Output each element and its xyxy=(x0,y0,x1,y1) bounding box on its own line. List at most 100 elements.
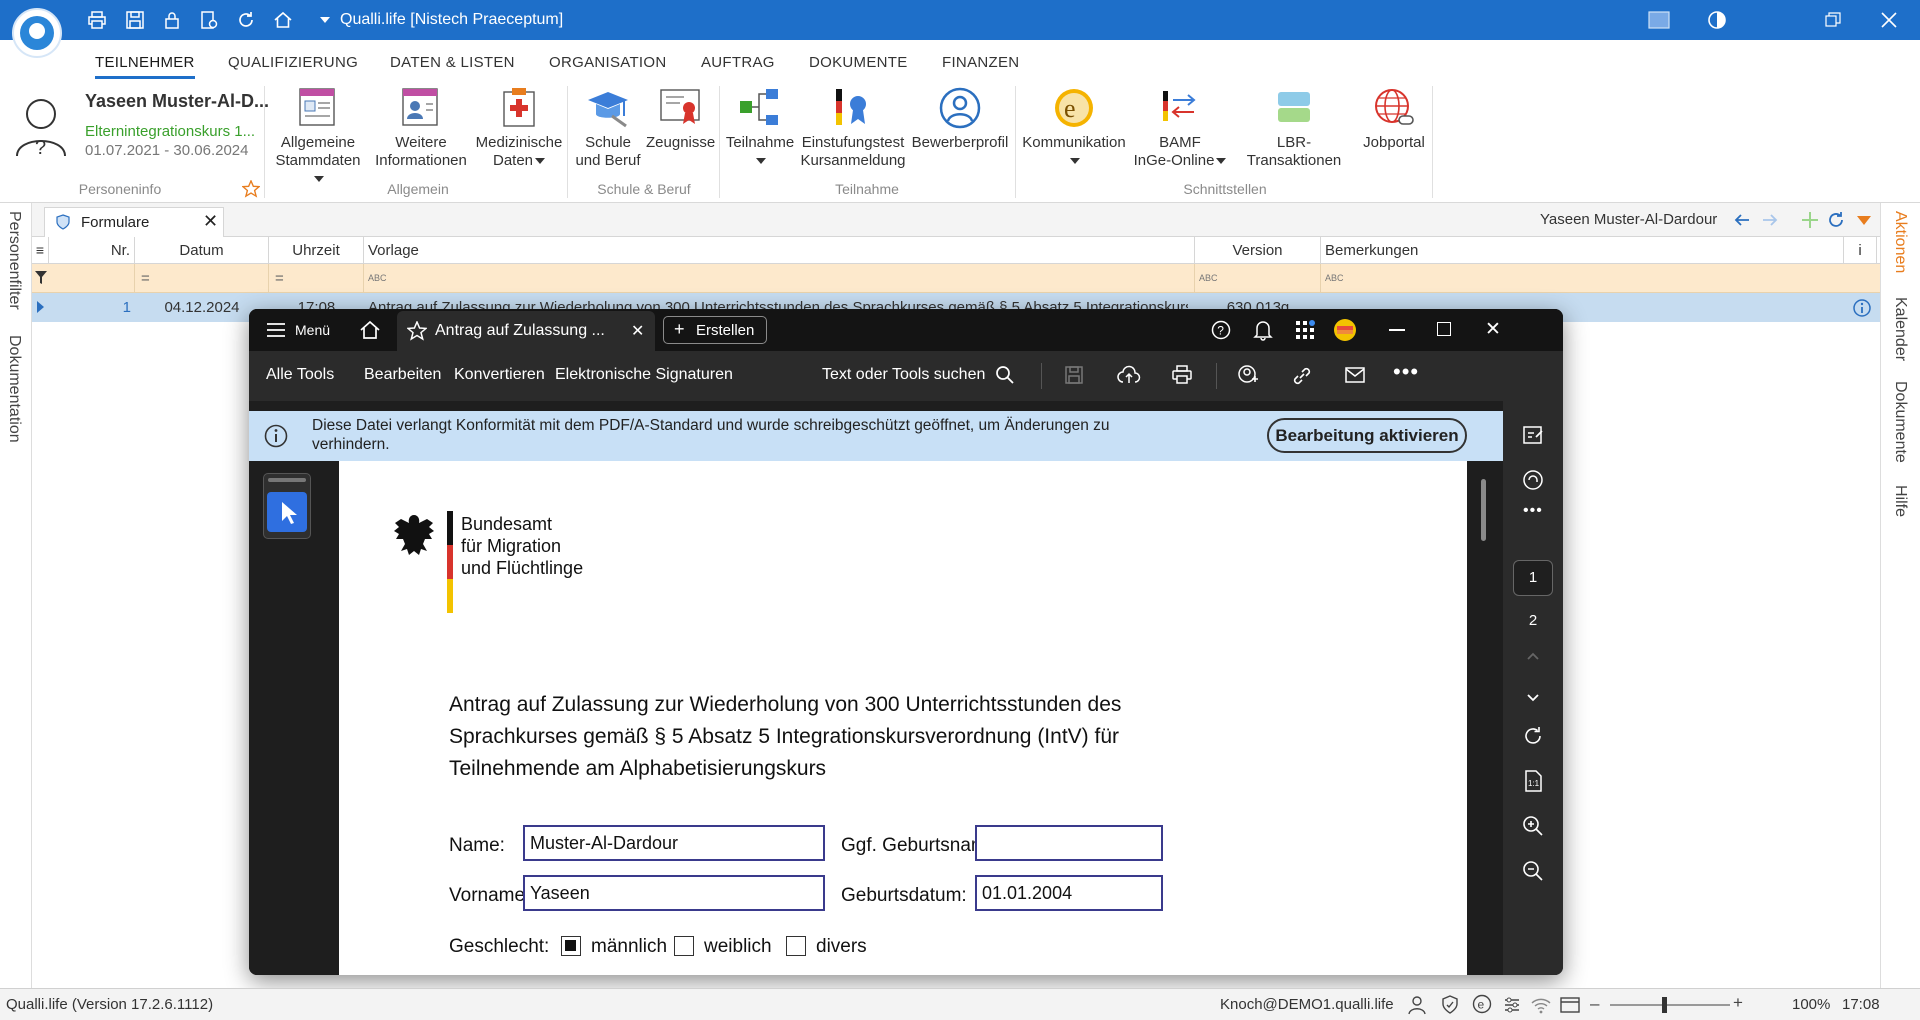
home-icon[interactable] xyxy=(359,319,381,341)
column-header-datum[interactable]: Datum xyxy=(135,237,269,264)
quick-access-dropdown-icon[interactable] xyxy=(314,9,336,31)
birthdate-field[interactable]: 01.01.2004 xyxy=(975,875,1163,911)
arrow-left-icon[interactable] xyxy=(1732,210,1752,230)
communication-e-icon[interactable]: e xyxy=(1472,994,1492,1014)
tab-teilnehmer[interactable]: TEILNEHMER xyxy=(95,54,195,79)
enable-editing-button[interactable]: Bearbeitung aktivieren xyxy=(1267,418,1467,453)
filter-cell-datum[interactable]: = xyxy=(135,264,269,293)
search-icon[interactable] xyxy=(995,365,1015,385)
close-tab-icon[interactable]: ✕ xyxy=(203,211,218,232)
side-tab-dokumentation[interactable]: Dokumentation xyxy=(5,335,23,443)
column-header-uhrzeit[interactable]: Uhrzeit xyxy=(269,237,364,264)
chevron-up-icon[interactable] xyxy=(1523,649,1543,663)
name-field[interactable]: Muster-Al-Dardour xyxy=(523,825,825,861)
bewerberprofil-button[interactable]: Bewerberprofil xyxy=(908,86,1012,152)
minimize-icon[interactable] xyxy=(1389,329,1405,331)
dropdown-triangle-icon[interactable] xyxy=(1854,210,1874,230)
close-window-icon[interactable] xyxy=(1878,9,1900,31)
page-thumb-1[interactable]: 1 xyxy=(1513,560,1553,596)
tab-finanzen[interactable]: FINANZEN xyxy=(942,54,1019,71)
tool-konvertieren[interactable]: Konvertieren xyxy=(454,366,545,384)
save-icon[interactable] xyxy=(1064,365,1084,385)
search-tools-label[interactable]: Text oder Tools suchen xyxy=(822,366,985,384)
lock-icon[interactable] xyxy=(161,9,183,31)
tool-alle-tools[interactable]: Alle Tools xyxy=(266,366,334,384)
jobportal-button[interactable]: Jobportal xyxy=(1356,86,1432,152)
weitere-informationen-button[interactable]: Weitere Informationen xyxy=(370,86,472,170)
shield-check-icon[interactable] xyxy=(1440,995,1460,1015)
chevron-down-icon[interactable] xyxy=(1523,691,1543,705)
column-header-nr[interactable]: Nr. xyxy=(49,237,135,264)
refresh-icon[interactable] xyxy=(235,9,257,31)
tab-auftrag[interactable]: AUFTRAG xyxy=(701,54,775,71)
bamf-inge-online-button[interactable]: BAMF InGe-Online xyxy=(1130,86,1230,170)
drag-handle[interactable] xyxy=(268,478,306,482)
more-options-icon[interactable]: ••• xyxy=(1393,359,1419,385)
gender-checkbox-weiblich[interactable] xyxy=(674,936,694,956)
rotate-icon[interactable] xyxy=(1521,724,1545,748)
account-avatar-icon[interactable] xyxy=(1333,318,1357,342)
user-icon[interactable] xyxy=(1407,995,1427,1015)
column-menu-icon[interactable]: ≡ xyxy=(32,237,49,264)
column-header-info[interactable]: i xyxy=(1843,237,1877,264)
more-options-icon[interactable]: ••• xyxy=(1523,502,1543,520)
link-icon[interactable] xyxy=(1291,365,1313,387)
zoom-out-button[interactable]: – xyxy=(1590,994,1599,1014)
filter-cell-vorlage[interactable]: ABC xyxy=(364,264,1195,293)
teilnahme-button[interactable]: Teilnahme xyxy=(722,86,798,170)
filter-cell-nr[interactable] xyxy=(49,264,135,293)
favorite-star-icon[interactable] xyxy=(241,179,261,198)
person-name[interactable]: Yaseen Muster-Al-D... xyxy=(85,91,269,112)
gender-checkbox-maennlich[interactable] xyxy=(561,936,581,956)
restore-window-icon[interactable] xyxy=(1822,9,1844,31)
zoom-in-icon[interactable] xyxy=(1521,814,1545,838)
close-window-icon[interactable]: ✕ xyxy=(1485,318,1501,341)
hamburger-menu-icon[interactable] xyxy=(267,322,285,338)
zoom-in-button[interactable]: + xyxy=(1733,993,1743,1013)
tab-formulare[interactable]: Formulare ✕ xyxy=(44,207,224,237)
person-course[interactable]: Elternintegrationskurs 1... xyxy=(85,123,255,140)
reload-icon[interactable] xyxy=(1826,210,1846,230)
zoom-slider[interactable] xyxy=(1610,1004,1730,1006)
medizinische-daten-button[interactable]: Medizinische Daten xyxy=(472,86,566,170)
app-logo[interactable] xyxy=(12,8,62,58)
pdf-scrollbar[interactable] xyxy=(1467,461,1503,975)
theme-contrast-icon[interactable] xyxy=(1706,9,1728,31)
share-user-icon[interactable] xyxy=(1237,364,1259,386)
window-layout-icon[interactable] xyxy=(1560,996,1580,1014)
document-settings-icon[interactable] xyxy=(198,9,220,31)
tab-dokumente[interactable]: DOKUMENTE xyxy=(809,54,908,71)
einstufungstest-button[interactable]: Einstufungstest Kursanmeldung xyxy=(798,86,908,170)
column-header-version[interactable]: Version xyxy=(1195,237,1321,264)
allgemeine-stammdaten-button[interactable]: Allgemeine Stammdaten xyxy=(270,86,366,188)
tool-elektronische-signaturen[interactable]: Elektronische Signaturen xyxy=(555,366,733,384)
print-icon[interactable] xyxy=(1171,364,1193,386)
tab-qualifizierung[interactable]: QUALIFIZIERUNG xyxy=(228,54,358,71)
mail-icon[interactable] xyxy=(1344,366,1366,384)
home-icon[interactable] xyxy=(272,9,294,31)
side-tab-aktionen[interactable]: Aktionen xyxy=(1891,211,1909,273)
filter-cell-version[interactable]: ABC xyxy=(1195,264,1321,293)
schule-und-beruf-button[interactable]: Schule und Beruf xyxy=(570,86,646,170)
help-icon[interactable]: ? xyxy=(1211,320,1231,340)
menu-button[interactable]: Menü xyxy=(295,322,330,338)
notification-bell-icon[interactable] xyxy=(1253,319,1273,341)
info-icon[interactable] xyxy=(1852,298,1872,318)
side-tab-personenfilter[interactable]: Personenfilter xyxy=(5,211,23,310)
kommunikation-button[interactable]: e Kommunikation xyxy=(1018,86,1130,170)
actual-size-icon[interactable]: 1:1 xyxy=(1521,769,1545,793)
tool-bearbeiten[interactable]: Bearbeiten xyxy=(364,366,441,384)
scrollbar-thumb[interactable] xyxy=(1481,479,1486,541)
maximize-icon[interactable] xyxy=(1437,322,1451,336)
settings-sliders-icon[interactable] xyxy=(1502,995,1522,1015)
layout-icon[interactable] xyxy=(1648,9,1670,31)
column-header-bemerkungen[interactable]: Bemerkungen xyxy=(1321,237,1877,264)
zeugnisse-button[interactable]: Zeugnisse xyxy=(646,86,715,152)
gender-checkbox-divers[interactable] xyxy=(786,936,806,956)
filter-cell-uhrzeit[interactable]: = xyxy=(269,264,364,293)
save-icon[interactable] xyxy=(124,9,146,31)
add-icon[interactable] xyxy=(1800,210,1820,230)
print-icon[interactable] xyxy=(86,9,108,31)
pdf-document-tab[interactable]: Antrag auf Zulassung ... ✕ xyxy=(397,311,655,351)
cloud-upload-icon[interactable] xyxy=(1117,364,1141,386)
